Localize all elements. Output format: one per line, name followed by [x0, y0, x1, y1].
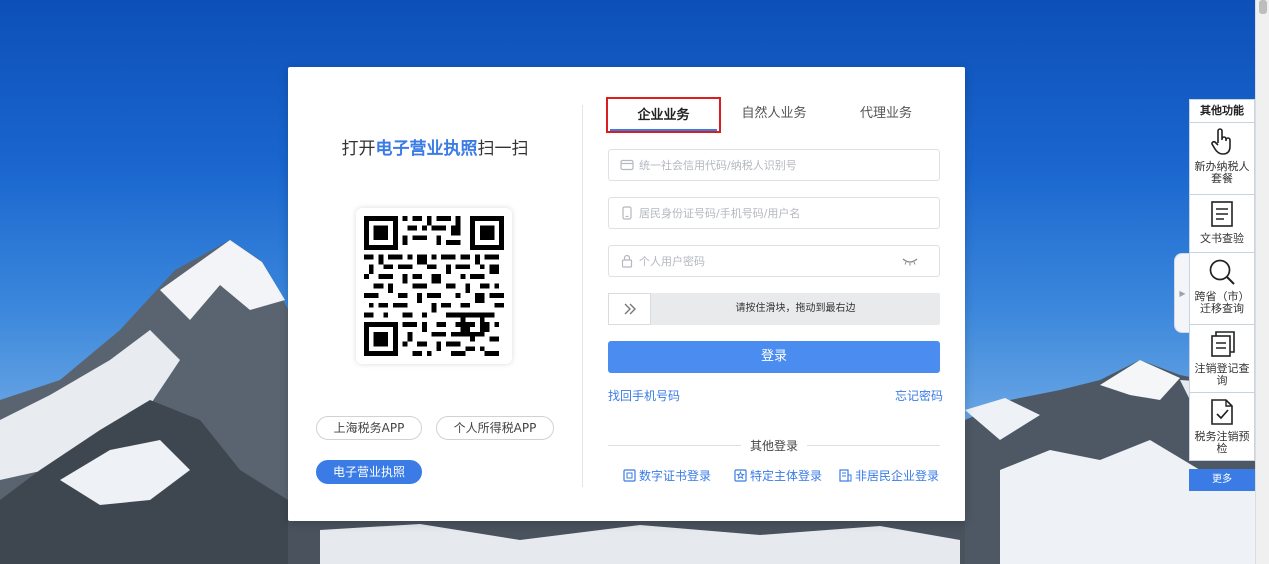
- side-panel-header: 其他功能: [1189, 99, 1255, 123]
- tab-natural-person[interactable]: 自然人业务: [723, 97, 825, 133]
- other-login-divider-left: [608, 445, 741, 446]
- slider-captcha[interactable]: 请按住滑块，拖动到最右边: [608, 293, 940, 325]
- clipboard-list-icon: [1207, 329, 1237, 359]
- lock-icon: [619, 253, 635, 269]
- hand-pointer-icon: [1207, 127, 1237, 157]
- tab-enterprise[interactable]: 企业业务: [606, 97, 721, 133]
- star-badge-icon: [733, 469, 747, 483]
- id-input[interactable]: [639, 199, 939, 227]
- digital-cert-login-label: 数字证书登录: [639, 469, 712, 483]
- tab-agent[interactable]: 代理业务: [836, 97, 936, 133]
- document-check-icon: [1207, 397, 1237, 427]
- card-divider: [582, 105, 583, 487]
- card-icon: [619, 157, 635, 173]
- scrollbar-thumb[interactable]: [1259, 0, 1267, 14]
- eye-closed-icon[interactable]: [901, 254, 919, 268]
- id-field[interactable]: [608, 197, 940, 229]
- specific-entity-login-label: 特定主体登录: [750, 469, 823, 483]
- tab-active-underline: [610, 129, 717, 131]
- side-panel-more-button[interactable]: 更多: [1189, 469, 1255, 491]
- other-login-divider-right: [807, 445, 940, 446]
- shanghai-tax-app-button[interactable]: 上海税务APP: [316, 416, 422, 440]
- password-field[interactable]: [608, 245, 940, 277]
- side-item-document-verify[interactable]: 文书查验: [1189, 195, 1255, 253]
- password-input[interactable]: [639, 247, 901, 275]
- search-icon: [1207, 257, 1237, 287]
- forgot-password-link[interactable]: 忘记密码: [895, 387, 943, 404]
- double-chevron-right-icon: [624, 303, 636, 315]
- digital-cert-login-link[interactable]: 数字证书登录: [622, 467, 711, 484]
- side-item-deregistration-precheck-label: 税务注销预检: [1194, 430, 1250, 455]
- side-item-cross-province-query[interactable]: 跨省（市）迁移查询: [1189, 253, 1255, 325]
- qr-title: 打开电子营业执照扫一扫: [340, 134, 530, 159]
- side-item-document-verify-label: 文书查验: [1200, 232, 1244, 245]
- login-button[interactable]: 登录: [608, 341, 940, 373]
- slider-handle[interactable]: [608, 293, 651, 325]
- side-item-deregistration-query-label: 注销登记查询: [1194, 362, 1250, 387]
- side-panel: 其他功能 新办纳税人套餐 文书查验 跨省（市）迁移查询 注销登记查询 税务注销预…: [1189, 99, 1255, 491]
- side-item-deregistration-precheck[interactable]: 税务注销预检: [1189, 393, 1255, 461]
- side-item-new-taxpayer-label: 新办纳税人套餐: [1194, 160, 1250, 185]
- building-id-icon: [838, 469, 852, 483]
- credit-code-input[interactable]: [639, 151, 939, 179]
- other-login-label: 其他登录: [749, 439, 798, 453]
- qr-title-prefix: 打开: [341, 139, 376, 159]
- e-business-license-button[interactable]: 电子营业执照: [316, 460, 422, 484]
- login-card: 打开电子营业执照扫一扫 上海税务APP 个人所得税APP 电子营业执照 企业业务…: [288, 67, 965, 521]
- page-scrollbar[interactable]: [1255, 0, 1269, 564]
- side-item-new-taxpayer[interactable]: 新办纳税人套餐: [1189, 123, 1255, 195]
- personal-income-tax-app-button[interactable]: 个人所得税APP: [436, 416, 554, 440]
- side-item-cross-province-query-label: 跨省（市）迁移查询: [1194, 290, 1250, 315]
- phone-icon: [619, 205, 635, 221]
- qr-code: [356, 208, 512, 364]
- side-panel-collapse-toggle[interactable]: ▶: [1174, 253, 1190, 333]
- side-item-deregistration-query[interactable]: 注销登记查询: [1189, 325, 1255, 393]
- specific-entity-login-link[interactable]: 特定主体登录: [733, 467, 822, 484]
- caret-right-icon: ▶: [1179, 288, 1186, 298]
- certificate-icon: [622, 469, 636, 483]
- slider-text: 请按住滑块，拖动到最右边: [735, 303, 856, 314]
- document-icon: [1207, 199, 1237, 229]
- qr-code-image: [364, 216, 504, 356]
- credit-code-field[interactable]: [608, 149, 940, 181]
- retrieve-phone-link[interactable]: 找回手机号码: [608, 387, 680, 404]
- qr-title-highlight: 电子营业执照: [375, 139, 478, 159]
- qr-title-suffix: 扫一扫: [477, 139, 529, 159]
- tab-enterprise-label: 企业业务: [637, 108, 690, 123]
- non-resident-login-link[interactable]: 非居民企业登录: [838, 467, 939, 484]
- non-resident-login-label: 非居民企业登录: [855, 469, 940, 483]
